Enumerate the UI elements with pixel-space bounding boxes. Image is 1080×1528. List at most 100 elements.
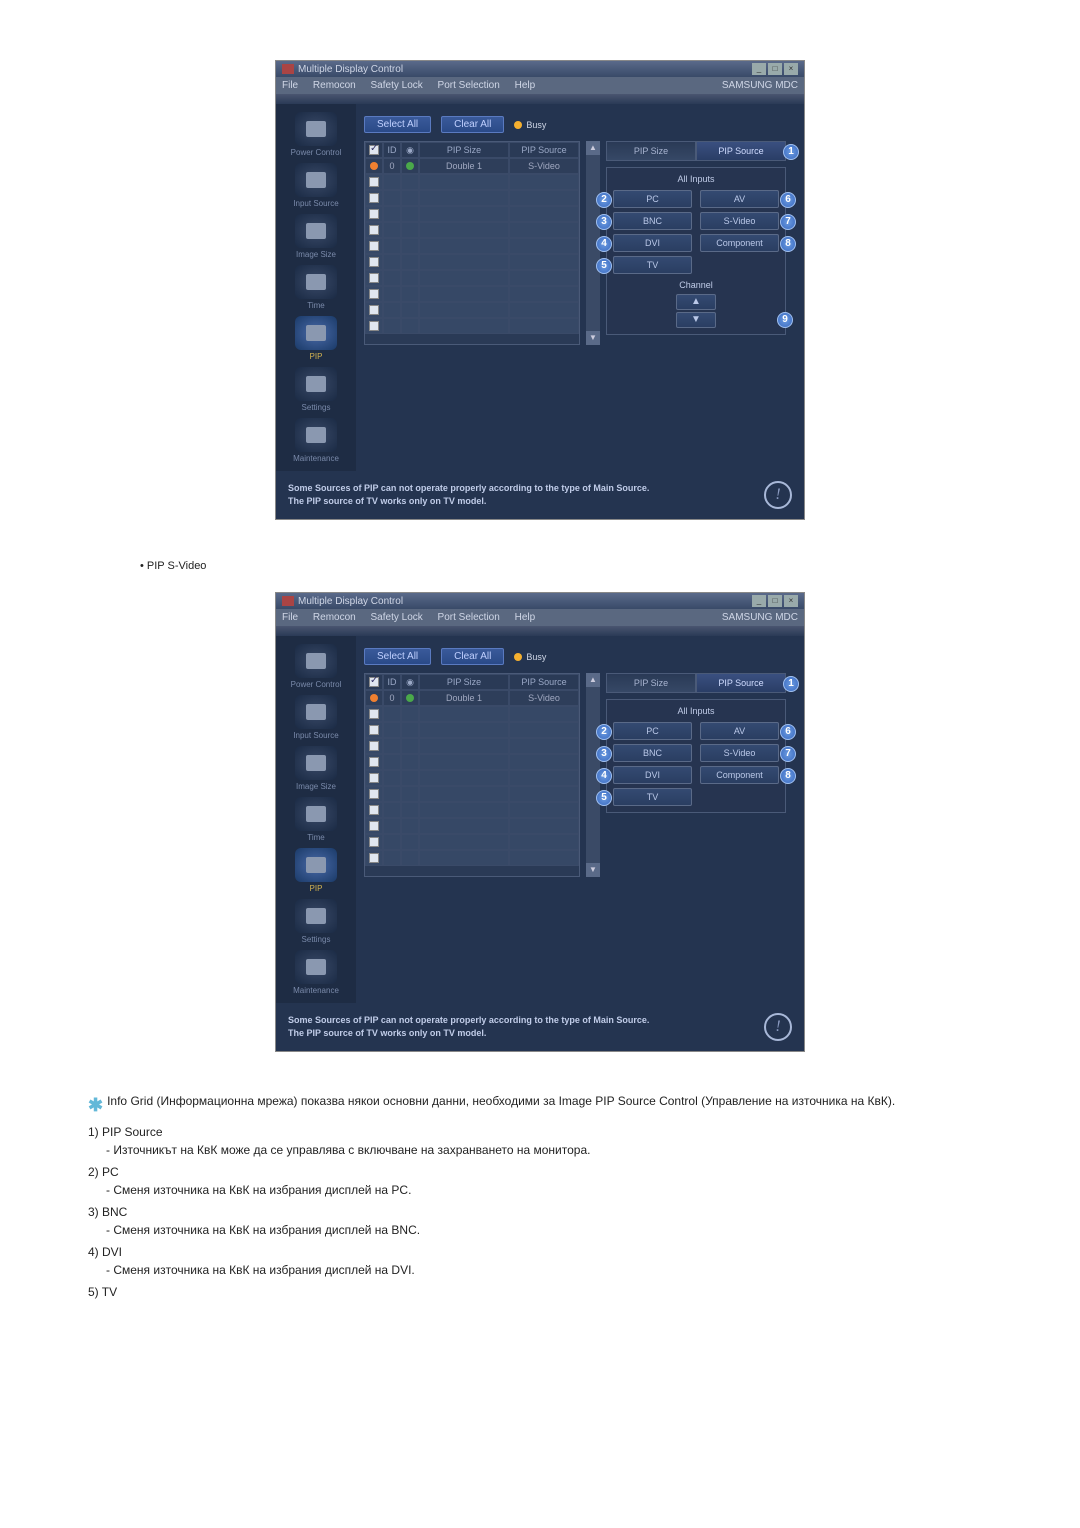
nav-power-control[interactable]: Power Control	[282, 112, 350, 157]
input-pc[interactable]: 2PC	[613, 722, 692, 740]
maint-icon	[306, 427, 326, 443]
clear-all-button[interactable]: Clear All	[441, 116, 504, 133]
table-row[interactable]: 0 Double 1 S-Video	[365, 690, 579, 706]
busy-indicator: Busy	[514, 652, 546, 662]
table-row[interactable]	[365, 318, 579, 334]
table-row[interactable]	[365, 850, 579, 866]
all-inputs-label: All Inputs	[613, 706, 779, 716]
scroll-up-icon[interactable]: ▲	[586, 673, 600, 687]
table-row[interactable]	[365, 174, 579, 190]
nav-settings[interactable]: Settings	[282, 899, 350, 944]
row-pip-size: Double 1	[419, 158, 509, 174]
input-dvi[interactable]: 4DVI	[613, 766, 692, 784]
nav-pip[interactable]: PIP	[282, 848, 350, 893]
titlebar: Multiple Display Control _ □ ×	[276, 593, 804, 609]
input-component[interactable]: Component8	[700, 766, 779, 784]
table-row[interactable]	[365, 270, 579, 286]
table-row[interactable]	[365, 190, 579, 206]
table-row[interactable]	[365, 238, 579, 254]
table-row[interactable]	[365, 722, 579, 738]
header-id: ID	[383, 142, 401, 158]
close-button[interactable]: ×	[784, 595, 798, 607]
input-bnc[interactable]: 3BNC	[613, 744, 692, 762]
menu-port-selection[interactable]: Port Selection	[438, 612, 500, 623]
header-status-icon: ◉	[401, 142, 419, 158]
table-row[interactable]	[365, 206, 579, 222]
nav-power-control[interactable]: Power Control	[282, 644, 350, 689]
channel-up[interactable]: ▲	[676, 294, 716, 310]
menu-remocon[interactable]: Remocon	[313, 80, 356, 91]
nav-time[interactable]: Time	[282, 797, 350, 842]
menu-help[interactable]: Help	[515, 612, 536, 623]
input-svideo[interactable]: S-Video7	[700, 212, 779, 230]
table-row[interactable]	[365, 222, 579, 238]
minimize-button[interactable]: _	[752, 595, 766, 607]
table-row[interactable]	[365, 818, 579, 834]
nav-maintenance[interactable]: Maintenance	[282, 418, 350, 463]
menu-port-selection[interactable]: Port Selection	[438, 80, 500, 91]
clear-all-button[interactable]: Clear All	[441, 648, 504, 665]
tab-pip-size[interactable]: PIP Size	[606, 141, 696, 161]
input-dvi[interactable]: 4DVI	[613, 234, 692, 252]
table-row[interactable]	[365, 254, 579, 270]
nav-settings[interactable]: Settings	[282, 367, 350, 412]
scroll-down-icon[interactable]: ▼	[586, 863, 600, 877]
input-av[interactable]: AV6	[700, 190, 779, 208]
nav-image-size[interactable]: Image Size	[282, 746, 350, 791]
info-grid: ID ◉ PIP Size PIP Source 0 Double 1 S-Vi…	[364, 673, 580, 877]
right-panel: PIP Size PIP Source 1 All Inputs 2PC AV6…	[606, 673, 786, 877]
tab-pip-size[interactable]: PIP Size	[606, 673, 696, 693]
minimize-button[interactable]: _	[752, 63, 766, 75]
nav-input-source[interactable]: Input Source	[282, 163, 350, 208]
menu-help[interactable]: Help	[515, 80, 536, 91]
select-all-button[interactable]: Select All	[364, 648, 431, 665]
table-row[interactable]	[365, 738, 579, 754]
table-row[interactable]	[365, 834, 579, 850]
badge-1: 1	[783, 676, 799, 692]
menu-file[interactable]: File	[282, 612, 298, 623]
channel-down[interactable]: ▼	[676, 312, 716, 328]
table-row[interactable]	[365, 286, 579, 302]
input-svideo[interactable]: S-Video7	[700, 744, 779, 762]
input-av[interactable]: AV6	[700, 722, 779, 740]
table-row[interactable]	[365, 302, 579, 318]
input-bnc[interactable]: 3BNC	[613, 212, 692, 230]
busy-dot-icon	[514, 121, 522, 129]
app-icon	[282, 596, 294, 606]
badge-9: 9	[777, 312, 793, 328]
input-component[interactable]: Component8	[700, 234, 779, 252]
input-tv[interactable]: 5TV	[613, 788, 692, 806]
nav-image-size[interactable]: Image Size	[282, 214, 350, 259]
row-id: 0	[383, 690, 401, 706]
select-all-button[interactable]: Select All	[364, 116, 431, 133]
menu-safety-lock[interactable]: Safety Lock	[371, 80, 423, 91]
maximize-button[interactable]: □	[768, 63, 782, 75]
tab-pip-source[interactable]: PIP Source 1	[696, 141, 786, 161]
close-button[interactable]: ×	[784, 63, 798, 75]
header-pip-source: PIP Source	[509, 674, 579, 690]
nav-pip[interactable]: PIP	[282, 316, 350, 361]
menu-file[interactable]: File	[282, 80, 298, 91]
input-pc[interactable]: 2PC	[613, 190, 692, 208]
table-row[interactable]	[365, 706, 579, 722]
table-row[interactable]	[365, 754, 579, 770]
header-checkbox[interactable]	[369, 677, 379, 687]
input-tv[interactable]: 5TV	[613, 256, 692, 274]
table-row[interactable]	[365, 786, 579, 802]
star-icon: ✱	[88, 1092, 103, 1119]
scroll-down-icon[interactable]: ▼	[586, 331, 600, 345]
menu-safety-lock[interactable]: Safety Lock	[371, 612, 423, 623]
nav-time[interactable]: Time	[282, 265, 350, 310]
menu-remocon[interactable]: Remocon	[313, 612, 356, 623]
table-row[interactable]	[365, 770, 579, 786]
maximize-button[interactable]: □	[768, 595, 782, 607]
nav-maintenance[interactable]: Maintenance	[282, 950, 350, 995]
scroll-up-icon[interactable]: ▲	[586, 141, 600, 155]
footer-note: Some Sources of PIP can not operate prop…	[276, 1003, 804, 1051]
table-row[interactable]: 0 Double 1 S-Video	[365, 158, 579, 174]
header-pip-source: PIP Source	[509, 142, 579, 158]
tab-pip-source[interactable]: PIP Source 1	[696, 673, 786, 693]
header-checkbox[interactable]	[369, 145, 379, 155]
table-row[interactable]	[365, 802, 579, 818]
nav-input-source[interactable]: Input Source	[282, 695, 350, 740]
